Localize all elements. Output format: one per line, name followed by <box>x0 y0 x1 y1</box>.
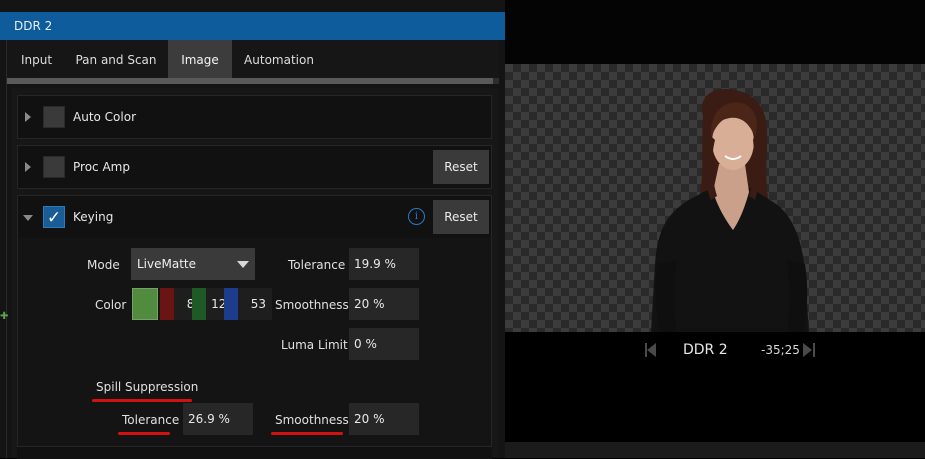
tab-strip: Input Pan and Scan Image Automation <box>6 40 499 78</box>
proc-amp-reset-button[interactable]: Reset <box>433 150 489 184</box>
previous-clip-icon[interactable] <box>647 343 656 357</box>
tab-input[interactable]: Input <box>9 40 64 78</box>
tab-automation[interactable]: Automation <box>236 40 322 78</box>
annotation-underline <box>271 432 343 435</box>
section-keying: ✓ Keying i Reset <box>17 195 492 239</box>
blue-channel-bar <box>224 288 238 320</box>
blue-channel-value: 53 <box>250 297 266 311</box>
scrollbar-thumb[interactable] <box>6 78 493 84</box>
smoothness-field[interactable]: 20 % <box>349 288 419 320</box>
mode-value: LiveMatte <box>137 257 197 271</box>
tolerance-field[interactable]: 19.9 % <box>349 248 419 280</box>
red-channel-bar <box>160 288 174 320</box>
next-clip-icon[interactable] <box>803 343 812 357</box>
tolerance-label: Tolerance <box>288 258 346 272</box>
tab-pan-and-scan[interactable]: Pan and Scan <box>68 40 164 78</box>
video-preview <box>505 64 925 332</box>
proc-amp-checkbox[interactable] <box>43 156 65 178</box>
monitor-top-bar <box>505 0 925 64</box>
luma-limit-label: Luma Limit <box>281 338 348 352</box>
section-proc-amp: Proc Amp Reset <box>17 145 492 189</box>
keying-checkbox[interactable]: ✓ <box>43 206 65 228</box>
checkmark-icon: ✓ <box>46 208 62 228</box>
color-label: Color <box>95 298 127 312</box>
next-clip-icon-bar[interactable] <box>813 343 815 357</box>
spill-smoothness-field[interactable]: 20 % <box>349 403 419 435</box>
mode-dropdown[interactable]: LiveMatte <box>131 248 255 280</box>
next-section-header <box>17 446 492 459</box>
window-title-bar[interactable]: DDR 2 <box>0 12 505 40</box>
section-auto-color: Auto Color <box>17 95 492 139</box>
transport-bar: DDR 2 -35;25 <box>505 332 925 368</box>
info-icon[interactable]: i <box>408 208 425 225</box>
side-handle-icon: ✚ <box>0 311 9 322</box>
smoothness-label: Smoothness <box>275 298 349 312</box>
proc-amp-label: Proc Amp <box>73 160 130 174</box>
collapse-arrow-icon[interactable] <box>23 215 33 221</box>
monitor-source-name: DDR 2 <box>683 342 728 358</box>
spill-smoothness-label: Smoothness <box>275 413 349 427</box>
mode-label: Mode <box>87 258 120 272</box>
window-title: DDR 2 <box>14 19 53 33</box>
monitor-timecode: -35;25 <box>761 343 800 357</box>
annotation-underline <box>92 399 192 402</box>
blue-channel-field[interactable]: 53 <box>224 288 272 320</box>
panel-left-border <box>6 40 7 458</box>
keying-reset-button[interactable]: Reset <box>433 200 489 234</box>
auto-color-checkbox[interactable] <box>43 106 65 128</box>
spill-tolerance-field[interactable]: 26.9 % <box>183 403 253 435</box>
key-color-swatch[interactable] <box>132 288 158 320</box>
keying-label: Keying <box>73 210 114 224</box>
keying-settings: Mode LiveMatte Color 81 122 53 Tolerance… <box>17 238 492 446</box>
auto-color-label: Auto Color <box>73 110 137 124</box>
luma-limit-field[interactable]: 0 % <box>349 328 419 360</box>
expand-arrow-icon[interactable] <box>25 162 31 172</box>
tab-image[interactable]: Image <box>168 40 232 78</box>
dropdown-caret-icon <box>237 261 249 268</box>
spill-tolerance-label: Tolerance <box>122 413 180 427</box>
spill-suppression-heading: Spill Suppression <box>96 380 199 394</box>
annotation-underline <box>118 432 170 435</box>
presenter-silhouette <box>651 89 809 332</box>
green-channel-bar <box>192 288 206 320</box>
ddr-config-panel: DDR 2 Input Pan and Scan Image Automatio… <box>0 0 505 459</box>
monitor-bottom-bar <box>505 442 925 458</box>
horizontal-scrollbar[interactable] <box>6 78 499 84</box>
expand-arrow-icon[interactable] <box>25 112 31 122</box>
